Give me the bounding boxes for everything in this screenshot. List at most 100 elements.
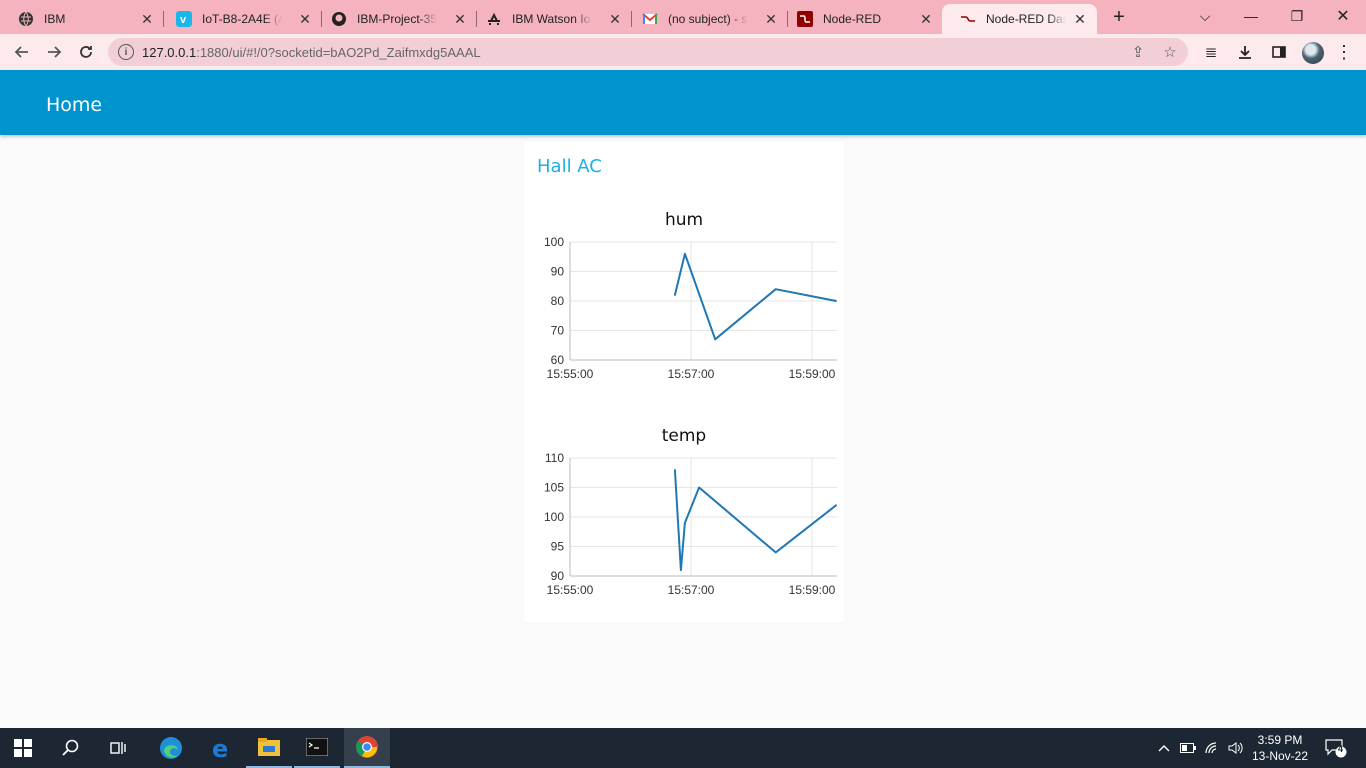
terminal-icon	[306, 738, 328, 756]
url-host: 127.0.0.1	[142, 44, 197, 60]
tab-node-red[interactable]: Node-RED ✕	[779, 4, 943, 34]
data-point	[674, 469, 676, 471]
chrome-app[interactable]	[344, 728, 390, 768]
tab-label: Node-RED Dashb	[986, 12, 1066, 26]
notification-center-icon[interactable]: 4	[1324, 738, 1348, 758]
gmail-icon	[642, 11, 658, 27]
tab-iot[interactable]: v IoT-B8-2A4E (Afte ✕	[158, 4, 322, 34]
data-point	[674, 294, 676, 296]
y-tick-label: 90	[551, 569, 565, 583]
y-tick-label: 100	[544, 237, 564, 249]
tab-label: IBM Watson IoT P	[512, 12, 592, 26]
x-tick-label: 15:55:00	[547, 367, 594, 381]
tab-label: IBM	[44, 12, 66, 26]
y-tick-label: 90	[551, 265, 565, 279]
close-window-button[interactable]: ✕	[1320, 0, 1366, 32]
data-point	[835, 300, 837, 302]
volume-icon[interactable]	[1226, 738, 1246, 758]
tab-search-chevron-icon[interactable]: ⌵	[1182, 0, 1228, 32]
chrome-icon	[356, 736, 378, 758]
battery-icon[interactable]	[1178, 738, 1198, 758]
x-tick-label: 15:59:00	[789, 583, 836, 597]
url-path: :1880/ui/#!/0?socketid=bAO2Pd_Zaifmxdg5A…	[196, 44, 481, 60]
close-icon[interactable]: ✕	[296, 10, 314, 28]
share-icon[interactable]: ⇪	[1129, 43, 1147, 61]
y-tick-label: 95	[551, 540, 565, 554]
y-tick-label: 60	[551, 353, 565, 367]
page-title: Home	[46, 94, 103, 116]
x-tick-label: 15:57:00	[668, 583, 715, 597]
file-explorer-app[interactable]	[246, 728, 292, 768]
arrow-left-icon	[14, 46, 28, 58]
reload-button[interactable]	[72, 38, 100, 66]
wifi-icon[interactable]	[1202, 738, 1222, 758]
watson-iot-icon	[486, 11, 502, 27]
reload-icon	[80, 46, 92, 58]
site-info-icon[interactable]: i	[118, 44, 134, 60]
hum-chart: 100 90 80 70 6015:55:00 15:57:00 15:59:00	[544, 237, 837, 381]
close-icon[interactable]: ✕	[917, 10, 935, 28]
group-title: Hall AC	[537, 156, 602, 177]
download-icon[interactable]	[1235, 42, 1255, 62]
media-queue-icon[interactable]: ≣	[1201, 42, 1221, 62]
y-tick-label: 70	[551, 324, 565, 338]
tab-watson[interactable]: IBM Watson IoT P ✕	[468, 4, 632, 34]
node-red-dashboard-icon	[960, 11, 976, 27]
temp-chart: 110 105 100 95 9015:55:00 15:57:00 15:59:00	[544, 453, 837, 597]
windows-start-button[interactable]	[0, 728, 46, 768]
windows-start-icon	[14, 739, 32, 757]
file-explorer-icon	[258, 738, 280, 756]
browser-tab-strip: IBM ✕ v IoT-B8-2A4E (Afte ✕ IBM-Project-…	[0, 0, 1366, 34]
terminal-app[interactable]	[294, 728, 340, 768]
data-point	[774, 288, 777, 290]
close-icon[interactable]: ✕	[1071, 10, 1089, 28]
windows-taskbar: e 3:59 PM 13-Nov-22 4	[0, 728, 1366, 768]
data-point	[714, 338, 716, 341]
menu-kebab-icon[interactable]: ⋮	[1334, 42, 1354, 62]
close-icon[interactable]: ✕	[138, 10, 156, 28]
notification-count-badge: 4	[1338, 744, 1344, 754]
tab-label: Node-RED	[823, 12, 882, 26]
close-icon[interactable]: ✕	[451, 10, 469, 28]
tab-label: (no subject) - sne	[668, 12, 748, 26]
svg-text:v: v	[180, 14, 187, 26]
x-tick-label: 15:57:00	[668, 367, 715, 381]
close-icon[interactable]: ✕	[762, 10, 780, 28]
edge-dev-app[interactable]: e	[198, 728, 244, 768]
tab-ibm[interactable]: IBM ✕	[0, 4, 164, 34]
y-tick-label: 105	[544, 481, 564, 495]
x-tick-label: 15:55:00	[547, 583, 594, 597]
task-view-icon	[110, 742, 126, 754]
profile-avatar[interactable]	[1301, 41, 1325, 65]
vimeo-icon: v	[176, 11, 192, 27]
data-point	[684, 253, 686, 255]
tab-gmail[interactable]: (no subject) - sne ✕	[624, 4, 788, 34]
new-tab-button[interactable]: +	[1107, 5, 1131, 29]
task-view-button[interactable]	[96, 728, 142, 768]
back-button[interactable]	[8, 38, 36, 66]
forward-button[interactable]	[40, 38, 68, 66]
address-bar[interactable]: i 127.0.0.1:1880/ui/#!/0?socketid=bAO2Pd…	[108, 38, 1188, 66]
tab-node-red-dashboard[interactable]: Node-RED Dashb ✕	[942, 4, 1097, 34]
arrow-right-icon	[48, 46, 62, 58]
bookmark-star-icon[interactable]: ☆	[1161, 43, 1179, 61]
minimize-button[interactable]: —	[1228, 0, 1274, 32]
system-clock[interactable]: 3:59 PM 13-Nov-22	[1248, 732, 1312, 764]
search-button[interactable]	[48, 728, 94, 768]
search-icon	[62, 739, 79, 756]
tab-github[interactable]: IBM-Project-3522 ✕	[313, 4, 477, 34]
x-tick-label: 15:59:00	[789, 367, 836, 381]
data-point	[680, 569, 682, 571]
node-red-icon	[797, 11, 813, 27]
chevron-up-icon[interactable]	[1154, 738, 1174, 758]
edge-dev-icon: e	[212, 736, 228, 760]
clock-time: 3:59 PM	[1257, 733, 1303, 747]
restore-button[interactable]: ❐	[1274, 0, 1320, 32]
tab-label: IBM-Project-3522	[357, 12, 437, 26]
y-tick-label: 100	[544, 510, 564, 524]
close-icon[interactable]: ✕	[606, 10, 624, 28]
side-panel-icon[interactable]	[1269, 42, 1289, 62]
dashboard-header: Home	[0, 70, 1366, 135]
edge-app[interactable]	[148, 728, 194, 768]
github-icon	[331, 11, 347, 27]
